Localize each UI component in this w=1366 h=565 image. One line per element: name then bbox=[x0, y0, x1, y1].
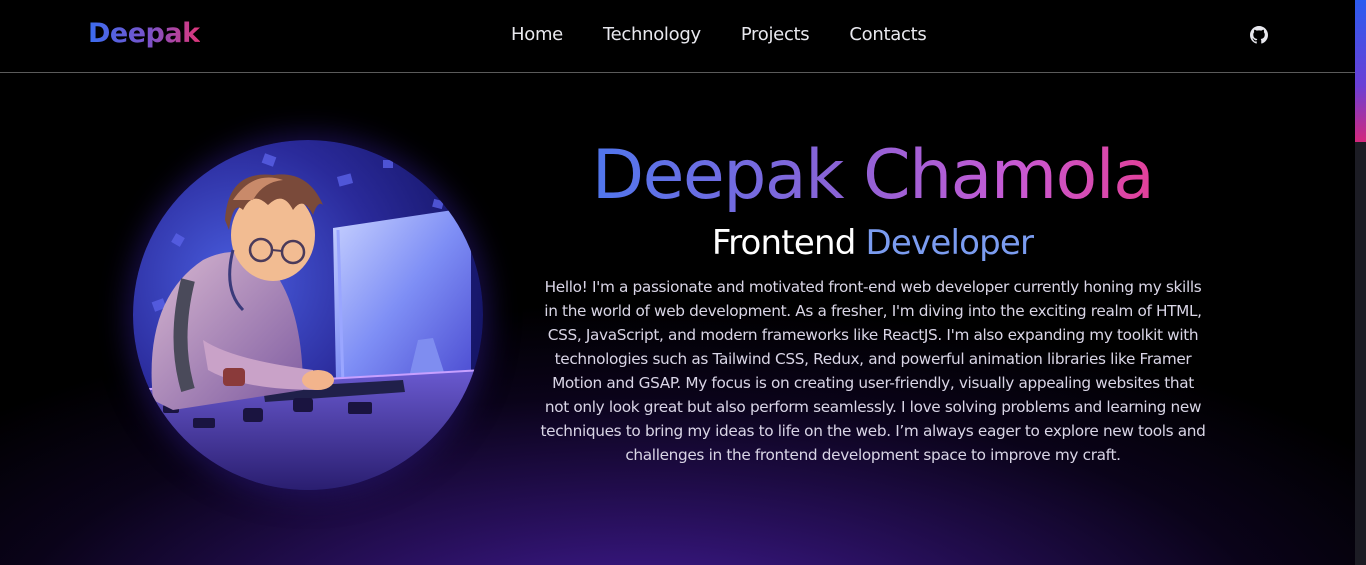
site-logo[interactable]: Deepak bbox=[88, 16, 200, 52]
nav-home[interactable]: Home bbox=[511, 22, 563, 48]
portfolio-page: Deepak Home Technology Projects Contacts bbox=[0, 0, 1366, 565]
github-icon[interactable] bbox=[1250, 26, 1268, 44]
main-nav: Home Technology Projects Contacts bbox=[511, 22, 966, 48]
site-header: Deepak Home Technology Projects Contacts bbox=[0, 0, 1355, 73]
nav-contacts[interactable]: Contacts bbox=[849, 22, 926, 48]
hero-role-frontend: Frontend bbox=[711, 223, 856, 263]
page-scrollbar[interactable] bbox=[1355, 0, 1366, 565]
profile-avatar bbox=[133, 140, 483, 490]
scrollbar-thumb[interactable] bbox=[1355, 0, 1366, 142]
hero-role: Frontend Developer bbox=[520, 220, 1225, 266]
hero-bio: Hello! I'm a passionate and motivated fr… bbox=[540, 278, 1206, 464]
nav-projects[interactable]: Projects bbox=[741, 22, 810, 48]
hero-role-developer: Developer bbox=[865, 223, 1034, 263]
hero-name: Deepak Chamola bbox=[520, 132, 1225, 220]
nav-technology[interactable]: Technology bbox=[603, 22, 701, 48]
